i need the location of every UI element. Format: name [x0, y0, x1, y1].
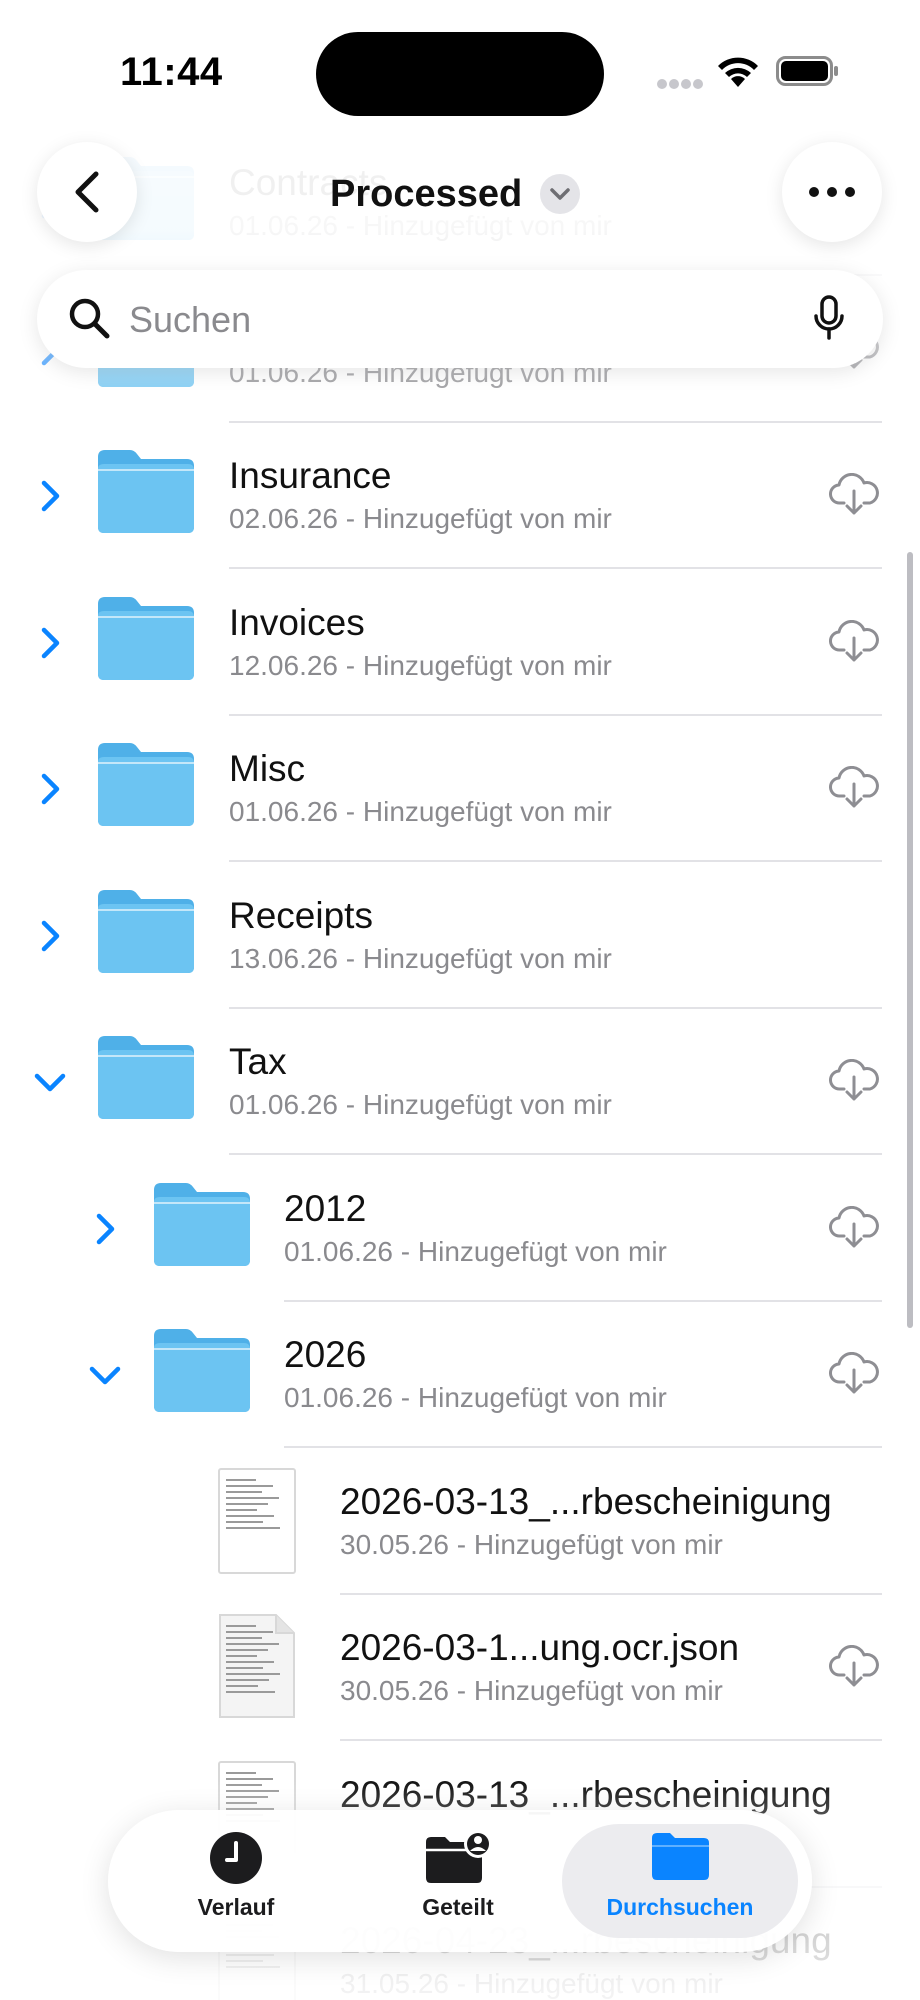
folder-icon [652, 1833, 709, 1880]
title-menu[interactable]: Processed [330, 164, 581, 224]
ellipsis-icon [809, 187, 855, 197]
search-input[interactable] [127, 288, 791, 352]
search-icon [69, 298, 110, 339]
folder-row[interactable]: Invoices 12.06.26 - Hinzugefügt von mir [0, 570, 920, 716]
document-thumbnail-icon [216, 1467, 298, 1575]
item-name: Invoices [229, 601, 365, 643]
chevron-right-icon[interactable] [30, 623, 70, 663]
status-bar: 11:44 [0, 0, 920, 140]
item-name: Insurance [229, 455, 392, 496]
tab-label: Geteilt [422, 1894, 494, 1920]
clock-icon [210, 1832, 262, 1884]
folder-row[interactable]: Insurance 02.06.26 - Hinzugefügt von mir [0, 423, 920, 569]
folder-icon [150, 1180, 254, 1268]
tab-browse[interactable]: Durchsuchen [562, 1824, 798, 1938]
tab-label: Verlauf [197, 1894, 275, 1920]
chevron-right-icon[interactable] [30, 476, 70, 516]
more-options-button[interactable] [782, 142, 882, 242]
row-text: 2012 01.06.26 - Hinzugefügt von mir [284, 1186, 667, 1270]
cloud-download-icon[interactable] [828, 1351, 880, 1396]
cellular-signal-icon [657, 79, 703, 89]
dynamic-island [316, 32, 604, 116]
file-row[interactable]: 2026-03-13_...rbescheinigung 30.05.26 - H… [0, 1449, 920, 1595]
page-title: Processed [330, 172, 523, 215]
row-text: Insurance 02.06.26 - Hinzugefügt von mir [229, 453, 612, 537]
item-name: 2012 [284, 1187, 367, 1229]
scrollbar[interactable] [907, 552, 913, 1328]
item-name: 2026 [284, 1334, 367, 1375]
item-meta: 01.06.26 - Hinzugefügt von mir [284, 1382, 667, 1413]
chevron-right-icon[interactable] [30, 916, 70, 956]
folder-icon [150, 1326, 254, 1414]
tab-label: Durchsuchen [606, 1894, 754, 1920]
row-text: Receipts 13.06.26 - Hinzugefügt von mir [229, 893, 612, 977]
folder-icon [94, 887, 198, 975]
item-meta: 12.06.26 - Hinzugefügt von mir [229, 649, 612, 681]
status-time: 11:44 [120, 50, 223, 94]
item-meta: 01.06.26 - Hinzugefügt von mir [284, 1235, 667, 1267]
row-text: Tax 01.06.26 - Hinzugefügt von mir [229, 1039, 612, 1123]
item-meta: 30.05.26 - Hinzugefügt von mir [340, 1675, 723, 1706]
search-bar[interactable] [37, 270, 883, 368]
item-meta: 01.06.26 - Hinzugefügt von mir [229, 1089, 612, 1120]
chevron-left-icon [75, 171, 99, 213]
chevron-down-icon [540, 174, 581, 214]
row-text: 2026-03-1...ung.ocr.json 30.05.26 - Hinzu… [340, 1625, 739, 1709]
row-text: 2026 01.06.26 - Hinzugefügt von mir [284, 1332, 667, 1416]
folder-row[interactable]: Misc 01.06.26 - Hinzugefügt von mir [0, 716, 920, 862]
tab-shared[interactable]: Geteilt [348, 1824, 568, 1938]
file-row[interactable]: 2026-03-1...ung.ocr.json 30.05.26 - Hinzu… [0, 1595, 920, 1741]
item-meta: 02.06.26 - Hinzugefügt von mir [229, 503, 612, 534]
folder-row[interactable]: 2026 01.06.26 - Hinzugefügt von mir [0, 1302, 920, 1448]
chevron-right-icon[interactable] [85, 1209, 125, 1249]
folder-row[interactable]: 2012 01.06.26 - Hinzugefügt von mir [0, 1156, 920, 1302]
folder-row[interactable]: Tax 01.06.26 - Hinzugefügt von mir [0, 1009, 920, 1155]
row-text: 2026-03-13_...rbescheinigung 30.05.26 - H… [340, 1479, 832, 1563]
chevron-down-icon[interactable] [85, 1355, 125, 1395]
item-name: Tax [229, 1041, 287, 1082]
cloud-download-icon[interactable] [828, 765, 880, 810]
folder-icon [94, 594, 198, 682]
folder-row[interactable]: Receipts 13.06.26 - Hinzugefügt von mir [0, 863, 920, 1009]
item-meta: 30.05.26 - Hinzugefügt von mir [340, 1528, 723, 1560]
folder-icon [94, 1033, 198, 1121]
item-name: 2026-03-13_...rbescheinigung [340, 1480, 832, 1522]
cloud-download-icon[interactable] [828, 619, 880, 664]
cloud-download-icon[interactable] [828, 1205, 880, 1250]
item-name: 2026-03-1...ung.ocr.json [340, 1627, 740, 1668]
battery-icon [776, 56, 838, 86]
cloud-download-icon[interactable] [828, 472, 880, 517]
document-thumbnail-icon [216, 1613, 298, 1721]
microphone-icon[interactable] [813, 294, 845, 342]
cloud-download-icon[interactable] [828, 1058, 880, 1103]
chevron-right-icon[interactable] [30, 769, 70, 809]
tab-recents[interactable]: Verlauf [126, 1824, 346, 1938]
wifi-icon [718, 57, 758, 87]
files-app-screen: Contracts01.06.26 - Hinzugefügt von mirF… [0, 0, 920, 2000]
chevron-down-icon[interactable] [30, 1062, 70, 1102]
shared-folder-icon [426, 1830, 492, 1883]
folder-icon [94, 740, 198, 828]
tab-bar: Verlauf Geteilt Durchsuchen [108, 1810, 812, 1952]
back-button[interactable] [37, 142, 137, 242]
row-text: Invoices 12.06.26 - Hinzugefügt von mir [229, 600, 612, 684]
row-text: Misc 01.06.26 - Hinzugefügt von mir [229, 746, 612, 830]
folder-icon [94, 447, 198, 535]
item-meta: 31.05.26 - Hinzugefügt von mir [340, 1968, 723, 1999]
item-meta: 01.06.26 - Hinzugefügt von mir [229, 796, 612, 827]
cloud-download-icon[interactable] [828, 1644, 880, 1689]
item-name: Receipts [229, 894, 373, 936]
item-meta: 13.06.26 - Hinzugefügt von mir [229, 942, 612, 974]
item-name: Misc [229, 748, 306, 789]
